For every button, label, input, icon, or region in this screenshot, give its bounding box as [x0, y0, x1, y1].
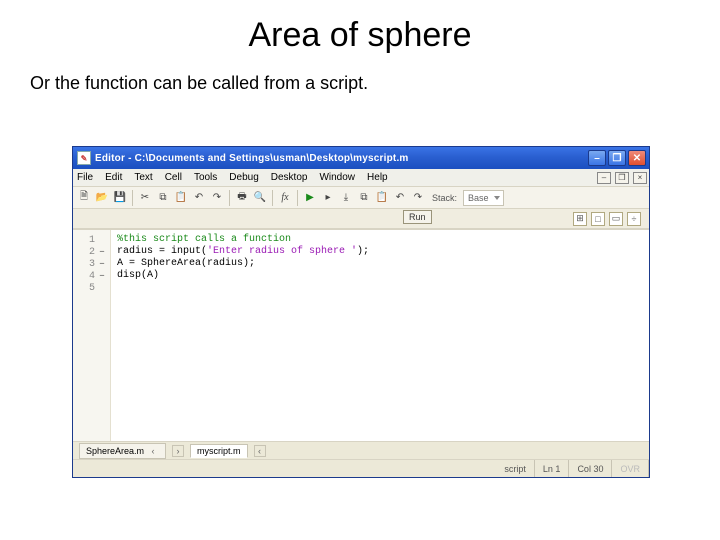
- status-column: Col 30: [569, 460, 612, 477]
- status-mode: script: [496, 460, 535, 477]
- new-file-icon[interactable]: 🗎: [76, 190, 92, 206]
- separator-icon: [132, 190, 133, 206]
- tab-scroll-left-icon[interactable]: ‹: [254, 445, 266, 457]
- stack-label: Stack:: [432, 193, 457, 203]
- menu-window[interactable]: Window: [319, 172, 355, 183]
- editor-window: ✎ Editor - C:\Documents and Settings\usm…: [72, 146, 650, 478]
- menu-text[interactable]: Text: [134, 172, 152, 183]
- code-content[interactable]: %this script calls a functionradius = in…: [111, 230, 649, 441]
- tab-label: myscript.m: [197, 446, 241, 456]
- step-in-icon[interactable]: ↶: [392, 190, 408, 206]
- menu-edit[interactable]: Edit: [105, 172, 122, 183]
- menu-file[interactable]: File: [77, 172, 93, 183]
- tab-spherearea[interactable]: SphereArea.m ‹: [79, 443, 166, 459]
- cell-divide-icon[interactable]: ÷: [627, 212, 641, 226]
- find-icon[interactable]: 🔍: [252, 190, 268, 206]
- menu-debug[interactable]: Debug: [229, 172, 258, 183]
- menu-desktop[interactable]: Desktop: [271, 172, 308, 183]
- breakpoint-set-icon[interactable]: ⧉: [356, 190, 372, 206]
- minimize-button[interactable]: –: [588, 150, 606, 166]
- cell-box-icon[interactable]: □: [591, 212, 605, 226]
- menubar: File Edit Text Cell Tools Debug Desktop …: [73, 169, 649, 187]
- tab-myscript[interactable]: myscript.m: [190, 444, 248, 458]
- run-advance-icon[interactable]: ⤓: [338, 190, 354, 206]
- tab-label: SphereArea.m: [86, 446, 144, 456]
- stack-dropdown[interactable]: Base: [463, 190, 504, 206]
- run-section-icon[interactable]: ▸: [320, 190, 336, 206]
- statusbar: script Ln 1 Col 30 OVR: [73, 459, 649, 477]
- separator-icon: [272, 190, 273, 206]
- status-ovr: OVR: [612, 460, 649, 477]
- maximize-button[interactable]: ❐: [608, 150, 626, 166]
- code-line[interactable]: %this script calls a function: [117, 234, 643, 246]
- close-button[interactable]: ✕: [628, 150, 646, 166]
- line-number-gutter: 12–3–4–5: [73, 230, 111, 441]
- menu-cell[interactable]: Cell: [165, 172, 182, 183]
- code-line[interactable]: disp(A): [117, 270, 643, 282]
- separator-icon: [229, 190, 230, 206]
- dock-minimize-button[interactable]: –: [597, 172, 611, 184]
- window-title: Editor - C:\Documents and Settings\usman…: [95, 153, 588, 164]
- function-hints-icon[interactable]: fx: [277, 190, 293, 206]
- breakpoint-clear-icon[interactable]: 📋: [374, 190, 390, 206]
- dock-close-button[interactable]: ×: [633, 172, 647, 184]
- paste-icon[interactable]: 📋: [173, 190, 189, 206]
- status-line: Ln 1: [535, 460, 570, 477]
- undo-icon[interactable]: ↶: [191, 190, 207, 206]
- toolbar: 🗎 📂 💾 ✂ ⧉ 📋 ↶ ↷ 🖶 🔍 fx ▶ ▸ ⤓ ⧉ 📋 ↶ ↷ Sta…: [73, 187, 649, 209]
- copy-icon[interactable]: ⧉: [155, 190, 171, 206]
- cell-layout-icon[interactable]: ⊞: [573, 212, 587, 226]
- open-file-icon[interactable]: 📂: [94, 190, 110, 206]
- slide-subtitle: Or the function can be called from a scr…: [30, 73, 720, 94]
- line-number: 5: [73, 282, 110, 294]
- cell-rect-icon[interactable]: ▭: [609, 212, 623, 226]
- redo-icon[interactable]: ↷: [209, 190, 225, 206]
- tab-close-icon[interactable]: ‹: [147, 445, 159, 457]
- editor-area[interactable]: 12–3–4–5 %this script calls a functionra…: [73, 229, 649, 441]
- step-out-icon[interactable]: ↷: [410, 190, 426, 206]
- print-icon[interactable]: 🖶: [234, 190, 250, 206]
- cut-icon[interactable]: ✂: [137, 190, 153, 206]
- matlab-editor-icon: ✎: [77, 151, 91, 165]
- save-icon[interactable]: 💾: [112, 190, 128, 206]
- code-line[interactable]: A = SphereArea(radius);: [117, 258, 643, 270]
- line-number: 4–: [73, 270, 110, 282]
- run-button-label: Run: [403, 210, 432, 224]
- line-number: 3–: [73, 258, 110, 270]
- run-icon[interactable]: ▶: [302, 190, 318, 206]
- code-line[interactable]: radius = input('Enter radius of sphere '…: [117, 246, 643, 258]
- slide-title: Area of sphere: [0, 16, 720, 55]
- menu-help[interactable]: Help: [367, 172, 388, 183]
- titlebar[interactable]: ✎ Editor - C:\Documents and Settings\usm…: [73, 147, 649, 169]
- file-tabstrip: SphereArea.m ‹ › myscript.m ‹: [73, 441, 649, 459]
- separator-icon: [297, 190, 298, 206]
- cell-toolbar: ⊞ □ ▭ ÷: [73, 209, 649, 229]
- menu-tools[interactable]: Tools: [194, 172, 217, 183]
- line-number: 1: [73, 234, 110, 246]
- dock-maximize-button[interactable]: ❐: [615, 172, 629, 184]
- run-floating-button[interactable]: Run: [403, 207, 432, 225]
- tab-scroll-right-icon[interactable]: ›: [172, 445, 184, 457]
- line-number: 2–: [73, 246, 110, 258]
